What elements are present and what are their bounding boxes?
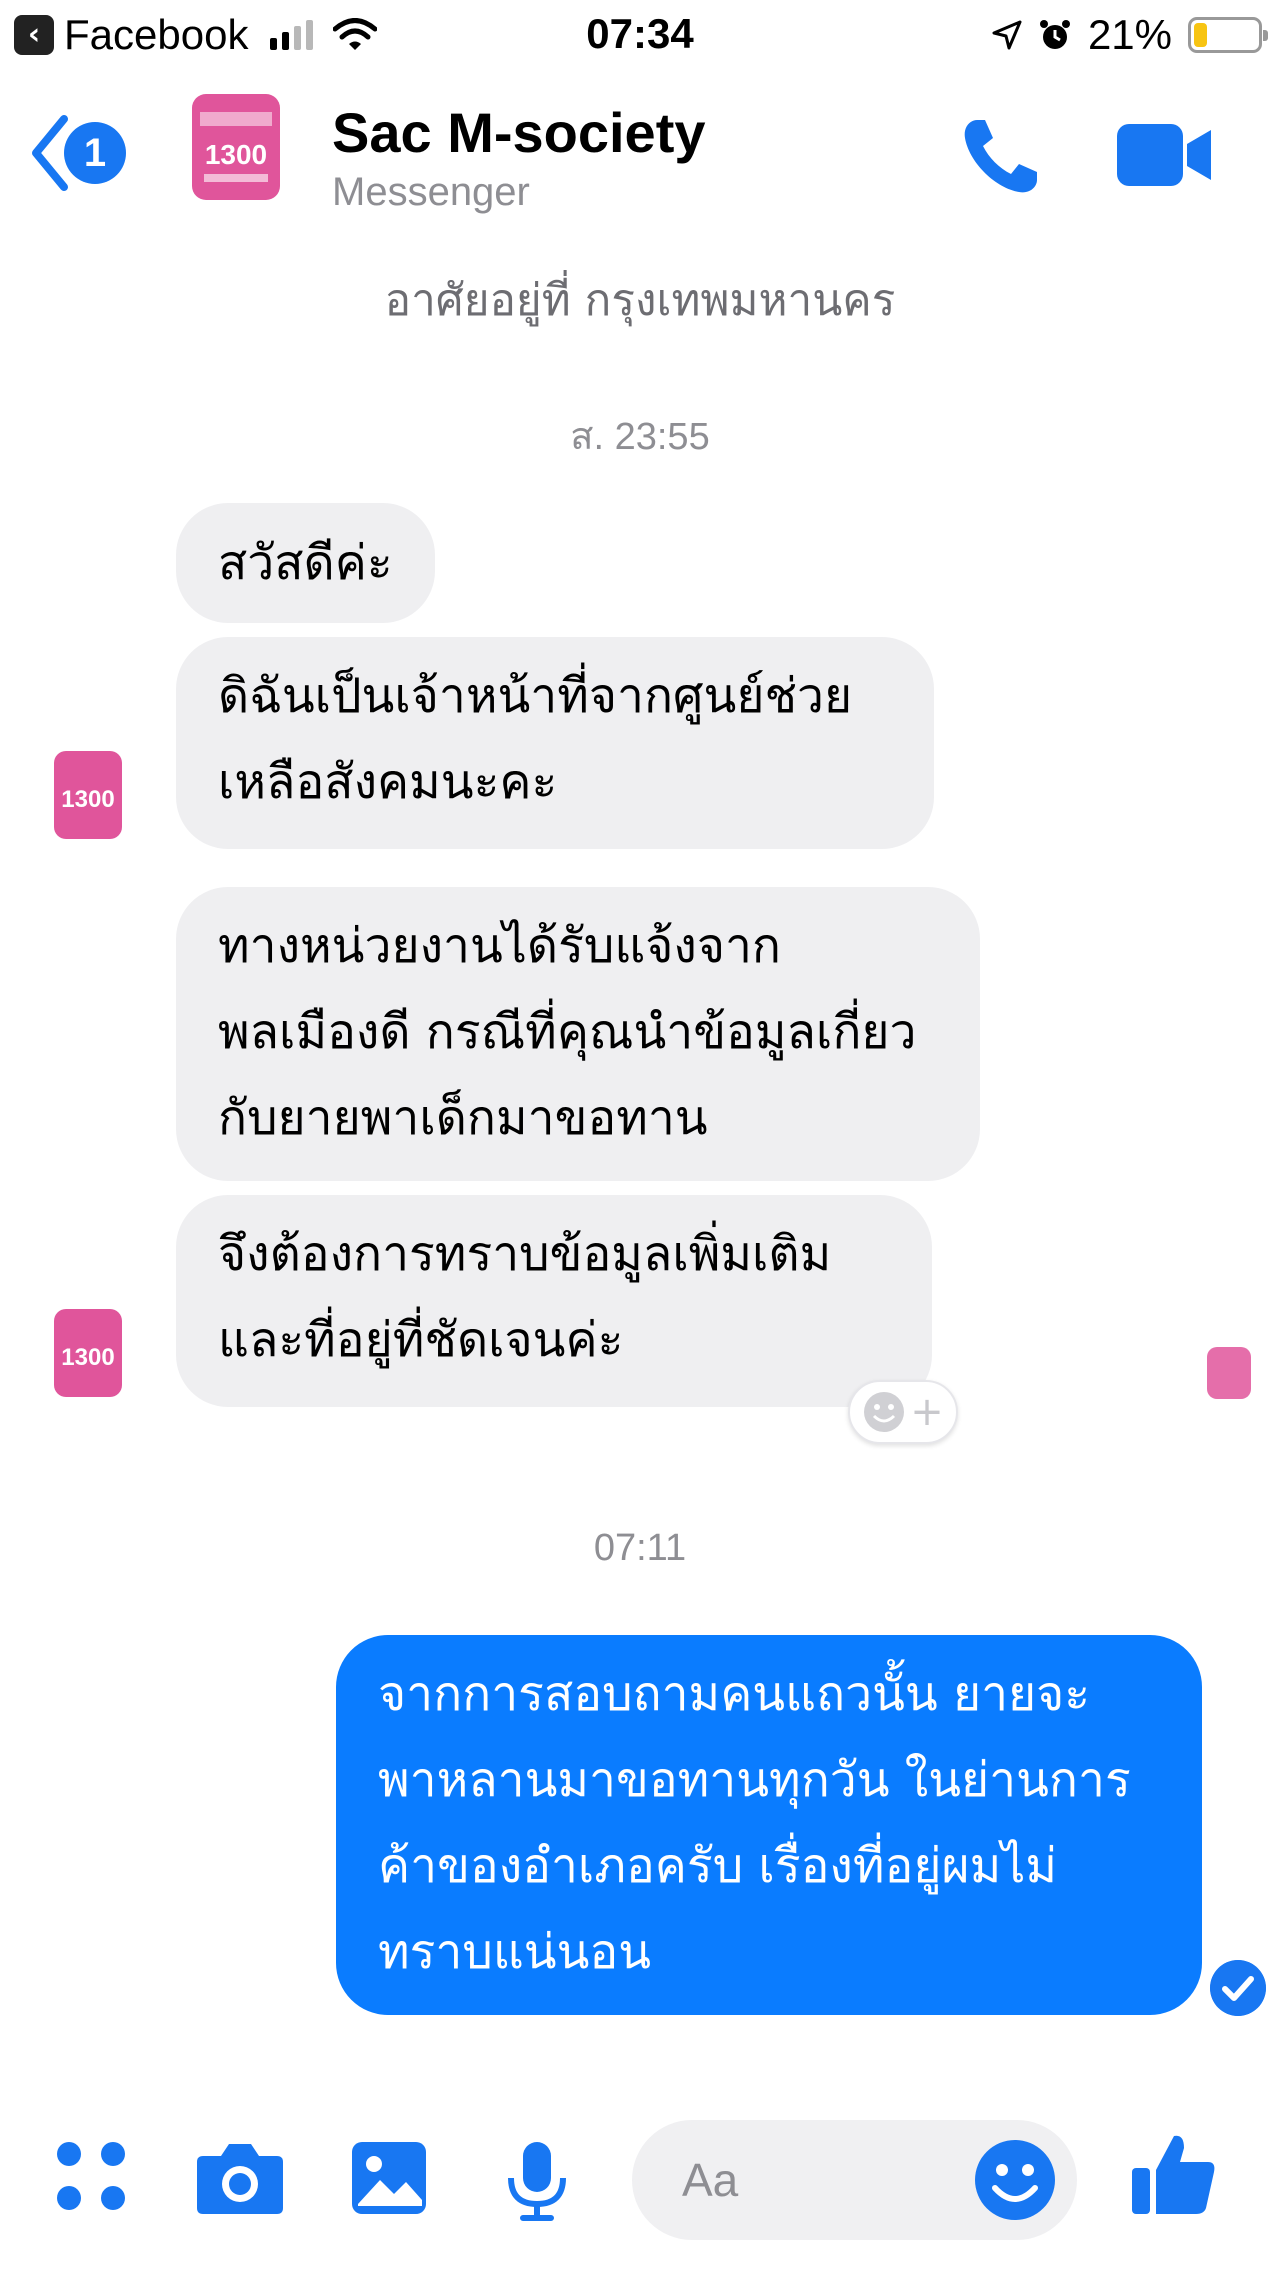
status-bar-right: 21% xyxy=(992,10,1268,60)
video-camera-icon[interactable] xyxy=(1115,120,1215,190)
message-text: จึงต้องการทราบข้อมูลเพิ่มเติมและที่อยู่ท… xyxy=(218,1226,832,1368)
sender-avatar[interactable]: 1300 xyxy=(52,749,124,841)
conversation-title[interactable]: Sac M-society xyxy=(332,100,706,165)
battery-icon xyxy=(1188,17,1268,53)
image-icon[interactable] xyxy=(350,2140,428,2216)
message-thread[interactable]: อาศัยอยู่ที่ กรุงเทพมหานคร ส. 23:55 สวัส… xyxy=(0,245,1280,2100)
conversation-header: 1 1300 Sac M-society Messenger xyxy=(0,70,1280,245)
message-text: จากการสอบถามคนแถวนั้น ยายจะพาหลานมาขอทาน… xyxy=(378,1666,1131,1980)
contact-avatar[interactable]: 1300 xyxy=(190,92,282,202)
contact-info-partial: อาศัยอยู่ที่ กรุงเทพมหานคร xyxy=(384,275,896,326)
add-reaction-button[interactable]: + xyxy=(848,1380,958,1444)
plus-icon[interactable]: + xyxy=(910,1389,944,1435)
avatar-hotline-number: 1300 xyxy=(61,1344,114,1371)
seen-indicator-avatar xyxy=(1207,1347,1251,1399)
avatar-hotline-number: 1300 xyxy=(205,139,267,170)
battery-percentage: 21% xyxy=(1087,11,1172,58)
timestamp: 07:11 xyxy=(593,1527,687,1569)
battery-fill xyxy=(1194,23,1208,47)
message-input[interactable] xyxy=(682,2150,982,2210)
timestamp: ส. 23:55 xyxy=(570,416,710,458)
message-text: สวัสดีค่ะ xyxy=(218,535,393,591)
phone-icon[interactable] xyxy=(955,112,1045,202)
delivered-check-icon xyxy=(1210,1960,1266,2016)
incoming-message[interactable]: ทางหน่วยงานได้รับแจ้งจากพลเมืองดี กรณีที… xyxy=(176,887,980,1181)
message-text: ดิฉันเป็นเจ้าหน้าที่จากศูนย์ช่วยเหลือสัง… xyxy=(218,668,853,810)
message-text: ทางหน่วยงานได้รับแจ้งจากพลเมืองดี กรณีที… xyxy=(218,918,917,1146)
thumbs-up-icon[interactable] xyxy=(1130,2130,1218,2218)
conversation-subtitle: Messenger xyxy=(332,170,530,214)
avatar-hotline-number: 1300 xyxy=(61,786,114,813)
emoji-icon[interactable] xyxy=(862,1390,906,1434)
incoming-message[interactable]: สวัสดีค่ะ xyxy=(176,503,435,623)
incoming-message[interactable]: ดิฉันเป็นเจ้าหน้าที่จากศูนย์ช่วยเหลือสัง… xyxy=(176,637,934,849)
emoji-icon[interactable] xyxy=(973,2138,1057,2222)
apps-icon[interactable] xyxy=(55,2140,127,2212)
message-composer xyxy=(0,2065,1280,2276)
alarm-icon xyxy=(1039,20,1070,49)
outgoing-message[interactable]: จากการสอบถามคนแถวนั้น ยายจะพาหลานมาขอทาน… xyxy=(336,1635,1202,2015)
status-bar: ‹ Facebook 07:34 21% xyxy=(0,0,1280,70)
back-button[interactable]: 1 xyxy=(30,115,126,191)
sender-avatar[interactable]: 1300 xyxy=(52,1307,124,1399)
message-input-container[interactable] xyxy=(632,2120,1077,2240)
unread-count-badge[interactable]: 1 xyxy=(64,122,126,184)
incoming-message[interactable]: จึงต้องการทราบข้อมูลเพิ่มเติมและที่อยู่ท… xyxy=(176,1195,932,1407)
microphone-icon[interactable] xyxy=(505,2140,569,2222)
camera-icon[interactable] xyxy=(195,2140,285,2216)
location-icon xyxy=(992,20,1022,50)
